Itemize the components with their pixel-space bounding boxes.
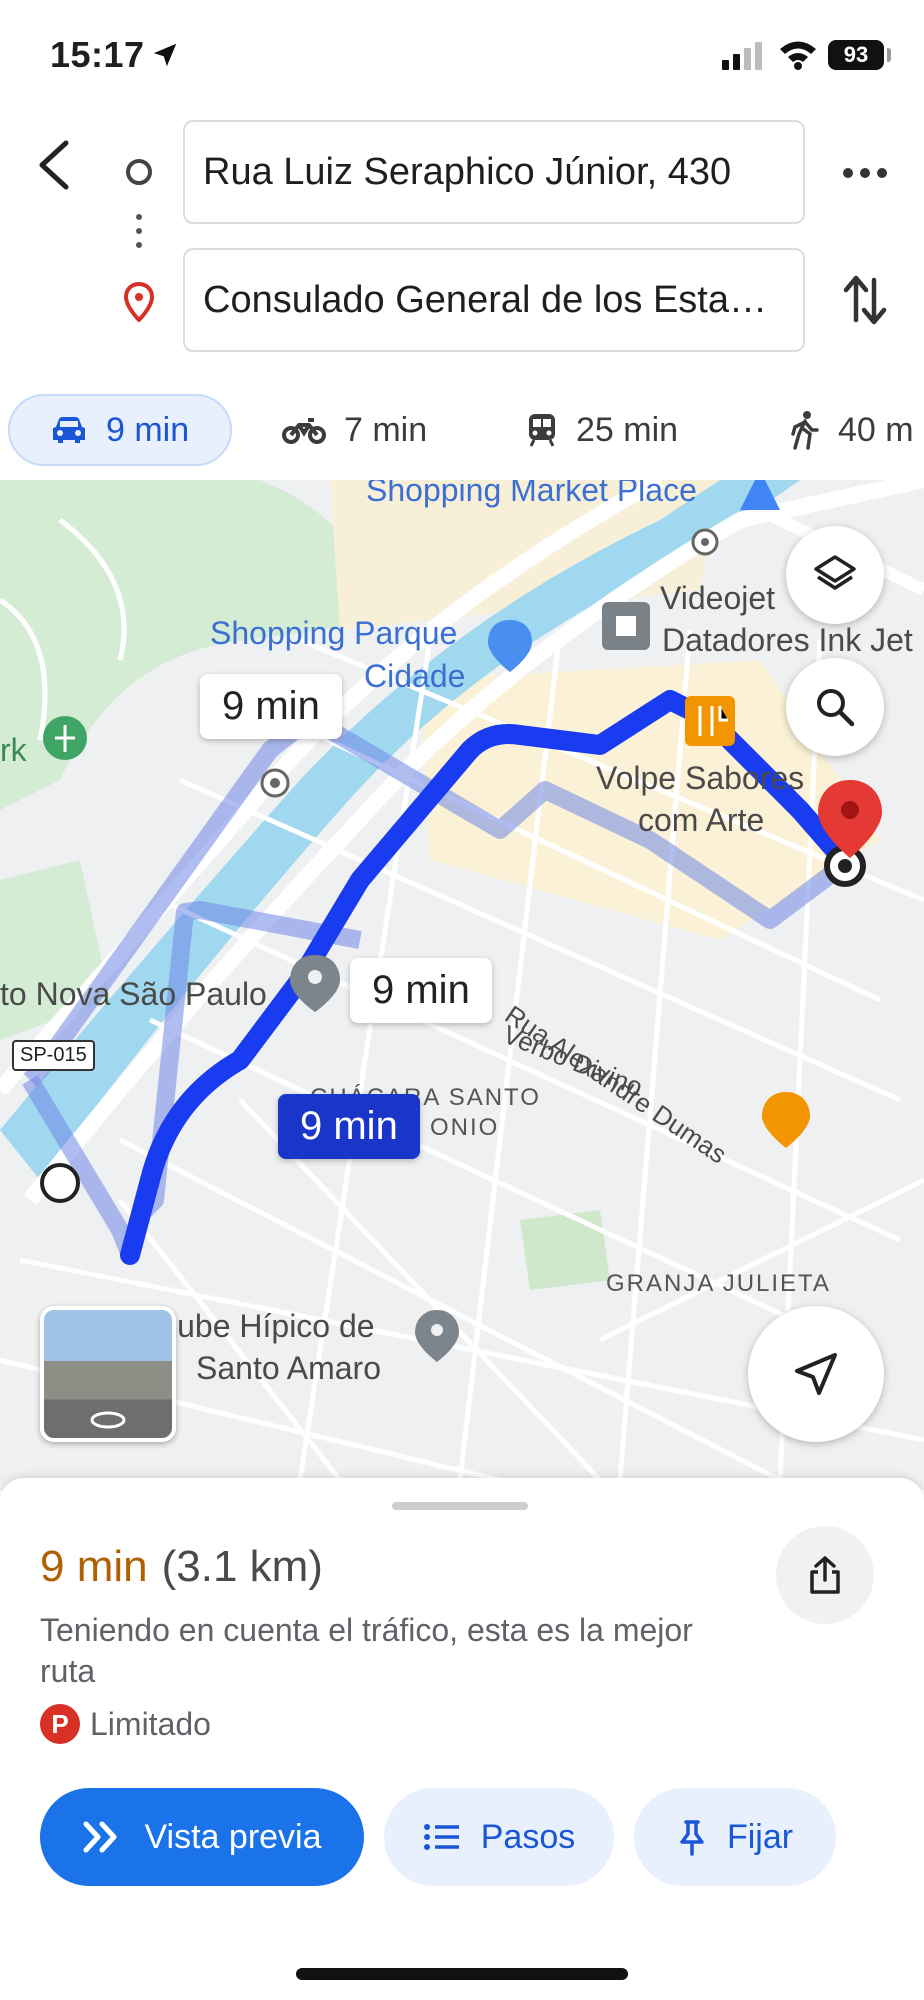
- map-view[interactable]: Shopping Market Place Videojet Datadores…: [0, 480, 924, 1490]
- share-icon: [810, 1556, 840, 1594]
- origin-input[interactable]: Rua Luiz Seraphico Júnior, 430: [183, 120, 805, 224]
- map-label-videojet-2: Datadores Ink Jet: [662, 622, 913, 658]
- map-label-volpe: Volpe Sabores: [596, 760, 805, 796]
- map-label-clube: lube Hípico de: [170, 1308, 375, 1344]
- road-shield: SP-015: [12, 1040, 95, 1071]
- tab-car[interactable]: 9 min: [8, 394, 232, 466]
- parking-icon: P: [40, 1704, 80, 1744]
- route-time-bubble-alt-top[interactable]: 9 min: [200, 674, 342, 739]
- status-time: 15:17: [50, 34, 145, 75]
- preview-button-label: Vista previa: [144, 1817, 322, 1856]
- pin-button-label: Fijar: [726, 1817, 794, 1856]
- list-icon: [423, 1824, 459, 1850]
- tab-transit[interactable]: 25 min: [526, 394, 678, 466]
- map-label-volpe-2: com Arte: [638, 802, 765, 838]
- tab-transit-label: 25 min: [576, 410, 679, 449]
- preview-button[interactable]: Vista previa: [40, 1788, 364, 1886]
- rotate-360-icon: [90, 1411, 126, 1429]
- parking-label: Limitado: [90, 1705, 211, 1742]
- origin-circle-icon: [126, 159, 152, 185]
- map-label-shopping-parque-2: Cidade: [364, 658, 466, 694]
- route-summary: 9 min (3.1 km): [40, 1542, 323, 1592]
- street-view-thumbnail[interactable]: [40, 1306, 176, 1442]
- search-button[interactable]: [786, 658, 884, 756]
- route-distance: (3.1 km): [161, 1542, 323, 1591]
- map-label-clube-2: Santo Amaro: [196, 1350, 381, 1386]
- battery-indicator: 93: [828, 40, 884, 70]
- layers-button[interactable]: [786, 526, 884, 624]
- route-time-bubble-alt-mid[interactable]: 9 min: [350, 958, 492, 1023]
- walking-icon: [791, 411, 819, 450]
- tab-walk[interactable]: 40 m: [790, 394, 914, 466]
- pushpin-icon: [680, 1820, 704, 1856]
- status-bar: 15:17 93: [0, 0, 924, 112]
- map-label-chacara-2: ONIO: [430, 1114, 500, 1141]
- tab-motorcycle[interactable]: 7 min: [282, 394, 427, 466]
- train-icon: [529, 414, 555, 447]
- battery-cap: [887, 48, 891, 62]
- sheet-drag-handle[interactable]: [392, 1502, 528, 1510]
- search-icon: [817, 689, 855, 727]
- double-chevron-icon: [83, 1821, 117, 1853]
- route-duration: 9 min: [40, 1542, 148, 1591]
- navigate-button[interactable]: [748, 1306, 884, 1442]
- destination-pin-icon: [124, 282, 154, 322]
- map-label-shopping-parque: Shopping Parque: [210, 615, 458, 651]
- map-label-nova-sao-paulo: to Nova São Paulo: [0, 976, 267, 1012]
- route-dots-icon: [136, 214, 142, 256]
- swap-directions-icon[interactable]: [840, 272, 890, 328]
- motorcycle-icon: [282, 418, 326, 444]
- route-time-bubble-selected[interactable]: 9 min: [278, 1094, 420, 1159]
- steps-button-label: Pasos: [480, 1817, 576, 1856]
- more-options-icon[interactable]: [840, 158, 890, 188]
- pin-button[interactable]: Fijar: [634, 1788, 836, 1886]
- map-label-park: rk: [0, 732, 27, 768]
- car-icon: [53, 417, 85, 443]
- map-label-shopping-market: Shopping Market Place: [366, 480, 697, 508]
- route-details-sheet: 9 min (3.1 km) Teniendo en cuenta el tráf…: [0, 1478, 924, 2000]
- parking-info: P Limitado: [40, 1704, 211, 1744]
- cellular-signal-icon: [722, 42, 762, 70]
- location-arrow-icon: [153, 43, 177, 67]
- navigation-arrow-icon: [795, 1353, 837, 1395]
- map-label-granja: GRANJA JULIETA: [606, 1270, 831, 1297]
- map-label-videojet: Videojet: [660, 580, 776, 616]
- tab-walk-label: 40 m: [838, 410, 914, 449]
- travel-mode-tabs: 9 min 7 min 25 min 40 m: [0, 390, 924, 480]
- home-indicator: [296, 1968, 628, 1980]
- back-arrow-icon[interactable]: [30, 135, 80, 195]
- wifi-icon: [780, 41, 816, 70]
- destination-input[interactable]: Consulado General de los Estados Unidos: [183, 248, 805, 352]
- layers-icon: [814, 555, 856, 590]
- route-description: Teniendo en cuenta el tráfico, esta es l…: [40, 1612, 693, 1689]
- tab-car-label: 9 min: [106, 410, 190, 449]
- share-button[interactable]: [776, 1526, 874, 1624]
- tab-motorcycle-label: 7 min: [344, 410, 428, 449]
- steps-button[interactable]: Pasos: [384, 1788, 614, 1886]
